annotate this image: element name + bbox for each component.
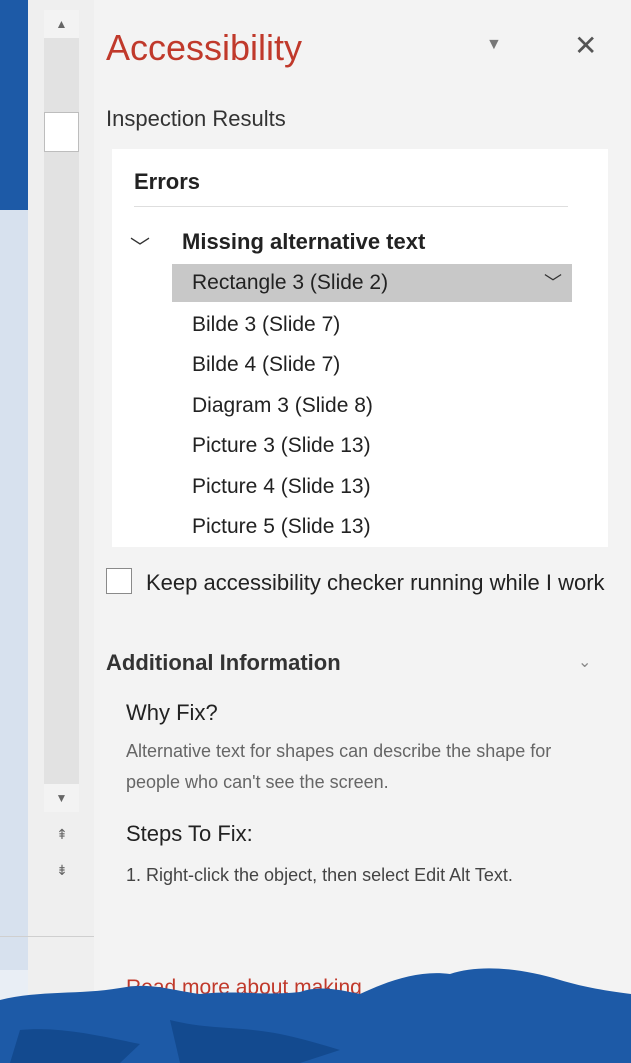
error-item-label: Picture 4 (Slide 13) [192,475,371,498]
error-item-label: Picture 5 (Slide 13) [192,515,371,538]
error-item-rectangle-3[interactable]: Rectangle 3 (Slide 2) ﹀ [172,264,572,302]
previous-slide-icon[interactable]: ⇞ [52,826,72,842]
error-item-picture-4[interactable]: Picture 4 (Slide 13) [172,468,572,506]
steps-to-fix-text: 1. Right-click the object, then select E… [126,865,513,885]
expand-collapse-icon[interactable]: ⌄ [578,652,591,672]
chevron-down-icon[interactable]: ▼ [486,36,502,54]
error-item-label: Rectangle 3 (Slide 2) [192,271,389,294]
error-item-picture-5[interactable]: Picture 5 (Slide 13) [172,508,572,546]
error-group-title[interactable]: Missing alternative text [182,229,425,255]
error-item-label: Bilde 3 (Slide 7) [192,313,341,336]
pane-title: Accessibility [106,27,303,68]
next-slide-icon[interactable]: ⇟ [52,862,72,878]
error-item-label: Bilde 4 (Slide 7) [192,353,341,376]
error-item-label: Picture 3 (Slide 13) [192,434,371,457]
steps-to-fix-heading: Steps To Fix: [126,821,253,846]
keep-running-checkbox[interactable] [106,568,132,594]
scroll-up-icon: ▲ [55,17,68,31]
panel-divider [0,936,94,937]
additional-information-heading[interactable]: Additional Information [106,650,341,676]
close-icon[interactable]: ✕ [574,28,597,64]
chevron-down-icon[interactable]: ﹀ [544,264,562,302]
error-item-diagram-3[interactable]: Diagram 3 (Slide 8) [172,387,572,425]
error-item-picture-3[interactable]: Picture 3 (Slide 13) [172,427,572,465]
error-item-bilde-4[interactable]: Bilde 4 (Slide 7) [172,346,572,384]
scroll-up-button[interactable]: ▲ [44,10,79,38]
accessibility-pane: Accessibility ▼ ✕ Inspection Results Err… [94,0,631,1063]
error-item-bilde-3[interactable]: Bilde 3 (Slide 7) [172,306,572,344]
keep-running-label[interactable]: Keep accessibility checker running while… [146,566,616,600]
divider [134,206,568,207]
collapse-group-icon[interactable]: ﹀ [130,231,150,260]
scroll-down-button[interactable]: ▼ [44,784,79,812]
inspection-results-label: Inspection Results [106,106,286,131]
why-fix-heading: Why Fix? [126,700,218,725]
tree-silhouette-image [0,968,631,1063]
errors-heading: Errors [134,169,201,194]
scroll-thumb[interactable] [44,112,79,152]
scroll-down-icon: ▼ [55,791,68,805]
inspection-results-list: Errors ﹀ Missing alternative text Rectan… [112,149,608,547]
slide-background-strip [0,210,28,970]
error-item-label: Diagram 3 (Slide 8) [192,394,373,417]
why-fix-text: Alternative text for shapes can describe… [126,741,552,792]
